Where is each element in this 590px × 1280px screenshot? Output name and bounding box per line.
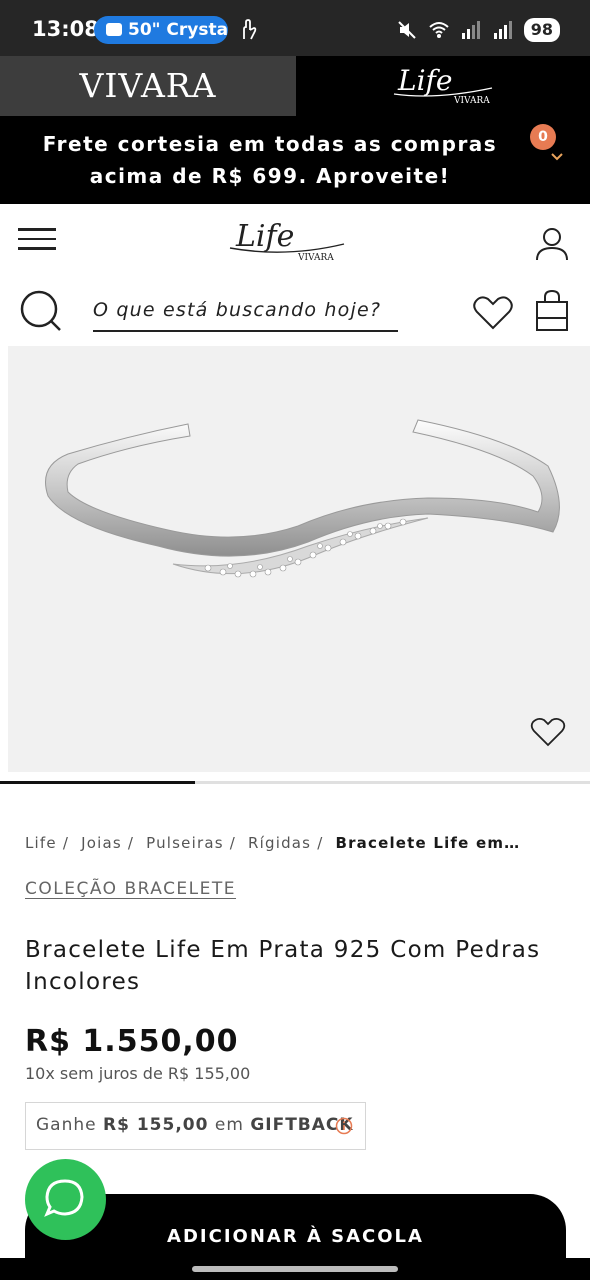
breadcrumb-item[interactable]: Joias (81, 834, 122, 852)
user-icon[interactable] (532, 224, 572, 264)
whatsapp-button[interactable] (25, 1159, 106, 1240)
search-icon[interactable] (18, 288, 64, 334)
installments-text: 10x sem juros de R$ 155,00 (25, 1064, 251, 1083)
status-bar: 13:08 50" Crystal 98 (0, 0, 590, 56)
bracelet-image (45, 419, 560, 578)
svg-text:Life: Life (235, 219, 294, 254)
product-price: R$ 1.550,00 (25, 1024, 239, 1059)
collection-link[interactable]: COLEÇÃO BRACELETE (25, 879, 236, 899)
signal-icon (461, 21, 480, 39)
breadcrumb-item[interactable]: Pulseiras (146, 834, 224, 852)
heart-icon[interactable] (530, 716, 566, 748)
life-logo-tab: Life VIVARA (393, 64, 493, 106)
chat-icon (106, 23, 122, 36)
bag-count-badge: 0 (530, 124, 556, 150)
status-icons: 98 (396, 16, 560, 44)
product-image[interactable] (8, 346, 590, 772)
breadcrumb-item[interactable]: Rígidas (248, 834, 311, 852)
battery-level: 98 (523, 18, 560, 42)
product-title: Bracelete Life Em Prata 925 Com Pedras I… (25, 937, 541, 995)
tab-life[interactable]: Life VIVARA (296, 56, 590, 116)
menu-icon[interactable] (18, 228, 58, 256)
info-icon[interactable] (335, 1117, 353, 1135)
breadcrumb: Life / Joias / Pulseiras / Rígidas / Bracele… (25, 834, 521, 852)
notification-pill-label: 50" Crystal (128, 20, 228, 40)
signal-icon-2 (493, 21, 512, 39)
notification-pill[interactable]: 50" Crystal (94, 16, 228, 44)
brand-tabs: VIVARA Life VIVARA (0, 56, 590, 116)
giftback-box: Ganhe R$ 155,00 em GIFTBACK (25, 1102, 366, 1150)
system-nav-bar (0, 1258, 590, 1280)
svg-text:Life: Life (397, 64, 452, 97)
svg-text:VIVARA: VIVARA (297, 253, 334, 263)
chevron-down-icon[interactable] (550, 150, 564, 164)
wifi-icon (429, 22, 449, 38)
site-logo[interactable]: Life VIVARA (226, 214, 350, 270)
promo-text: Frete cortesia em todas as compras acima… (42, 132, 498, 188)
heart-icon[interactable] (472, 294, 514, 332)
search-input[interactable] (93, 290, 398, 332)
whatsapp-icon (44, 1179, 84, 1217)
gallery-progress (0, 781, 590, 784)
accessibility-icon (243, 19, 257, 40)
giftback-mid: em (214, 1115, 244, 1135)
mute-icon (398, 21, 416, 39)
home-handle[interactable] (192, 1266, 398, 1272)
breadcrumb-current: Bracelete Life em… (335, 834, 521, 852)
giftback-prefix: Ganhe (36, 1115, 97, 1135)
status-time: 13:08 (32, 17, 99, 41)
tab-vivara[interactable]: VIVARA (0, 56, 296, 116)
site-header: Life VIVARA (0, 204, 590, 344)
breadcrumb-item[interactable]: Life (25, 834, 57, 852)
add-to-bag-label: ADICIONAR À SACOLA (167, 1226, 424, 1247)
shopping-bag-icon[interactable] (532, 288, 572, 334)
giftback-value: R$ 155,00 (103, 1115, 209, 1135)
gallery-progress-fill (0, 781, 195, 784)
svg-text:VIVARA: VIVARA (453, 96, 490, 106)
promo-banner[interactable]: Frete cortesia em todas as compras acima… (0, 116, 590, 204)
